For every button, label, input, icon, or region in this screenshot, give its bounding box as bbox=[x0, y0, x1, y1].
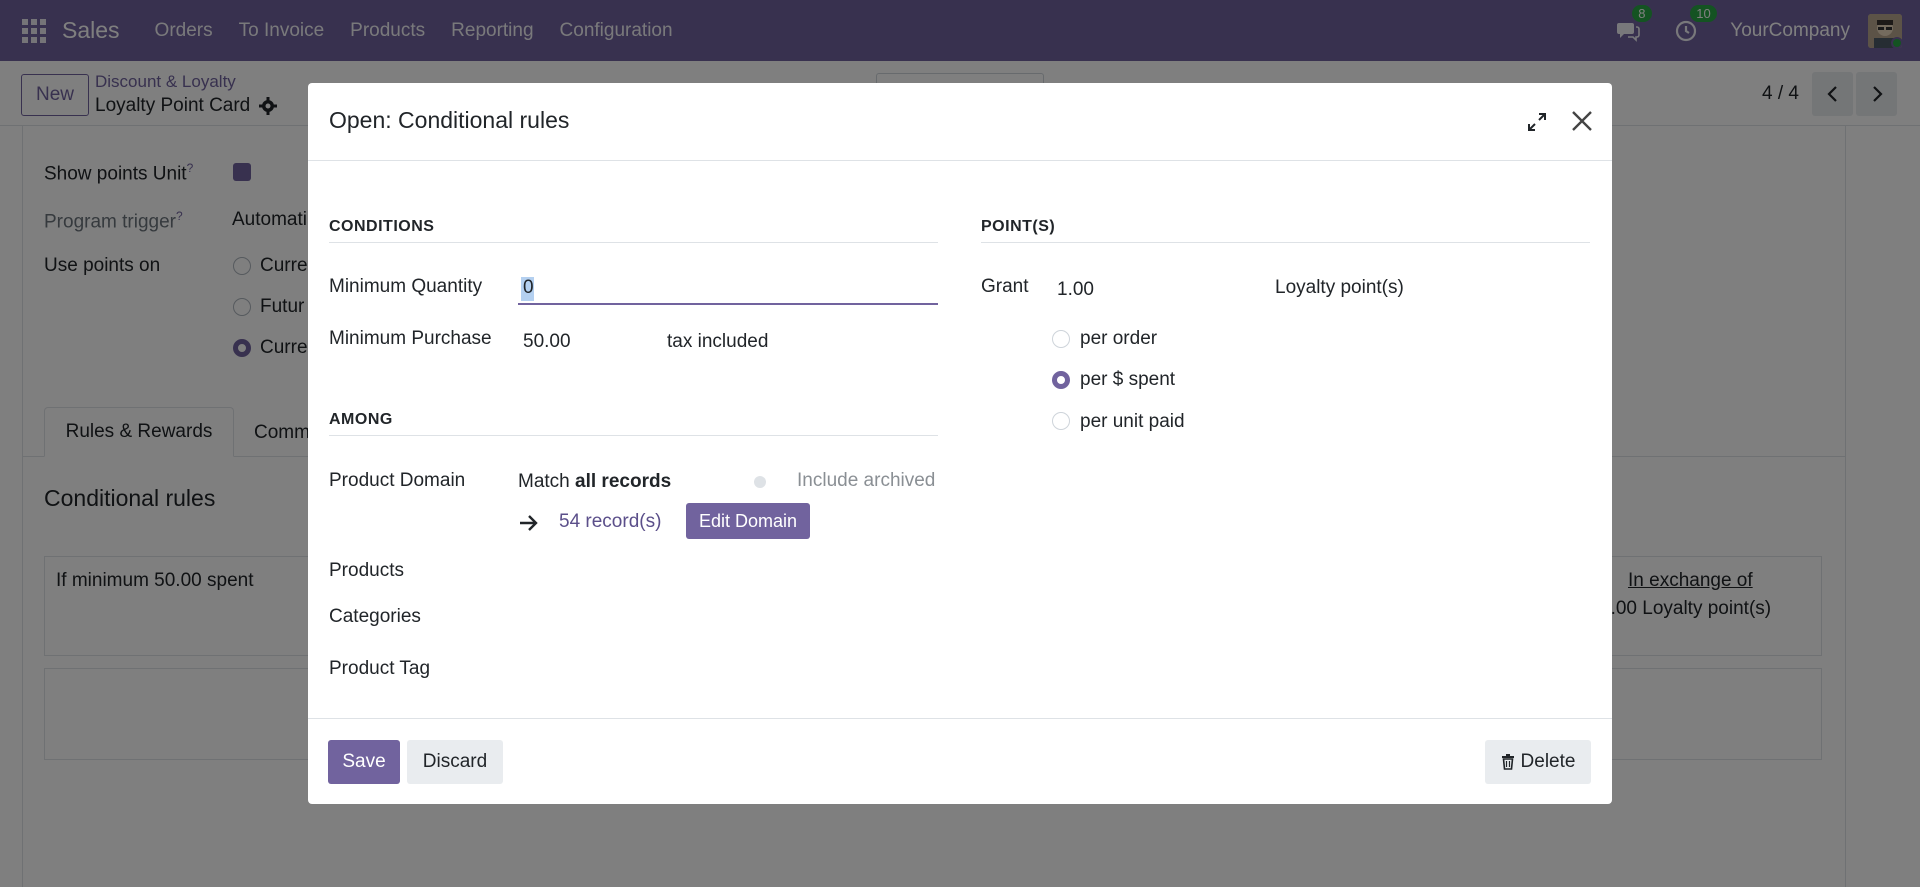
per-unit-paid-radio[interactable] bbox=[1052, 412, 1070, 430]
minimum-purchase-label: Minimum Purchase bbox=[329, 328, 492, 349]
expand-icon[interactable] bbox=[1526, 111, 1548, 133]
grant-label: Grant bbox=[981, 276, 1029, 297]
conditional-rules-dialog: Open: Conditional rules CONDITIONS Minim… bbox=[308, 83, 1612, 804]
delete-button-label: Delete bbox=[1520, 751, 1576, 772]
minimum-quantity-label: Minimum Quantity bbox=[329, 276, 483, 297]
arrow-right-icon bbox=[520, 515, 538, 531]
records-count-link[interactable]: 54 record(s) bbox=[559, 511, 661, 533]
domain-match-text: Match all records bbox=[518, 471, 672, 492]
discard-button[interactable]: Discard bbox=[407, 740, 503, 784]
grant-unit: Loyalty point(s) bbox=[1275, 277, 1404, 298]
conditions-section-title: CONDITIONS bbox=[329, 218, 938, 243]
minimum-quantity-input[interactable] bbox=[518, 272, 938, 305]
product-domain-label: Product Domain bbox=[329, 470, 466, 491]
products-label: Products bbox=[329, 560, 404, 581]
per-money-spent-radio[interactable] bbox=[1052, 371, 1070, 389]
save-button[interactable]: Save bbox=[328, 740, 400, 784]
categories-label: Categories bbox=[329, 606, 421, 627]
dialog-footer: Save Discard Delete bbox=[308, 718, 1612, 804]
include-archived-label: Include archived bbox=[797, 470, 936, 491]
close-icon[interactable] bbox=[1569, 108, 1595, 134]
dialog-header: Open: Conditional rules bbox=[308, 83, 1612, 161]
grant-input[interactable]: 1.00 bbox=[1057, 279, 1094, 301]
trash-icon bbox=[1501, 754, 1514, 770]
among-section-title: AMONG bbox=[329, 411, 938, 436]
edit-domain-button[interactable]: Edit Domain bbox=[686, 503, 810, 539]
minimum-purchase-input[interactable]: 50.00 bbox=[523, 331, 571, 353]
per-money-spent-label: per $ spent bbox=[1080, 369, 1176, 390]
product-tag-label: Product Tag bbox=[329, 658, 431, 679]
per-order-radio[interactable] bbox=[1052, 330, 1070, 348]
per-order-label: per order bbox=[1080, 328, 1158, 349]
include-archived-toggle[interactable] bbox=[754, 476, 766, 488]
tax-mode-select[interactable]: tax included bbox=[667, 331, 768, 353]
per-unit-paid-label: per unit paid bbox=[1080, 411, 1185, 432]
points-section-title: POINT(S) bbox=[981, 218, 1590, 243]
dialog-title: Open: Conditional rules bbox=[329, 107, 570, 133]
delete-button[interactable]: Delete bbox=[1485, 740, 1591, 784]
